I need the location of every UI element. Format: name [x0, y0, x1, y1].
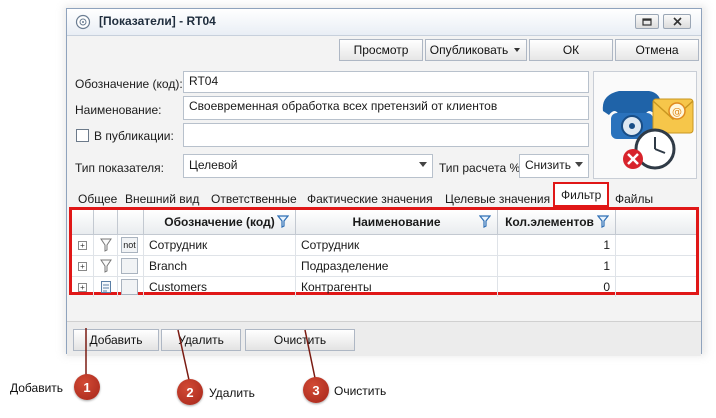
callout-label-3: Очистить	[334, 384, 387, 398]
callout-label-2: Удалить	[209, 386, 255, 400]
callout-badge-2: 2	[177, 379, 203, 405]
callout-label-1: Добавить	[10, 381, 64, 395]
callout-badge-3: 3	[303, 377, 329, 403]
callout-line-2	[177, 329, 190, 381]
callout-line-3	[304, 329, 316, 379]
callout-badge-1: 1	[74, 374, 100, 400]
callout-lines	[85, 328, 316, 381]
